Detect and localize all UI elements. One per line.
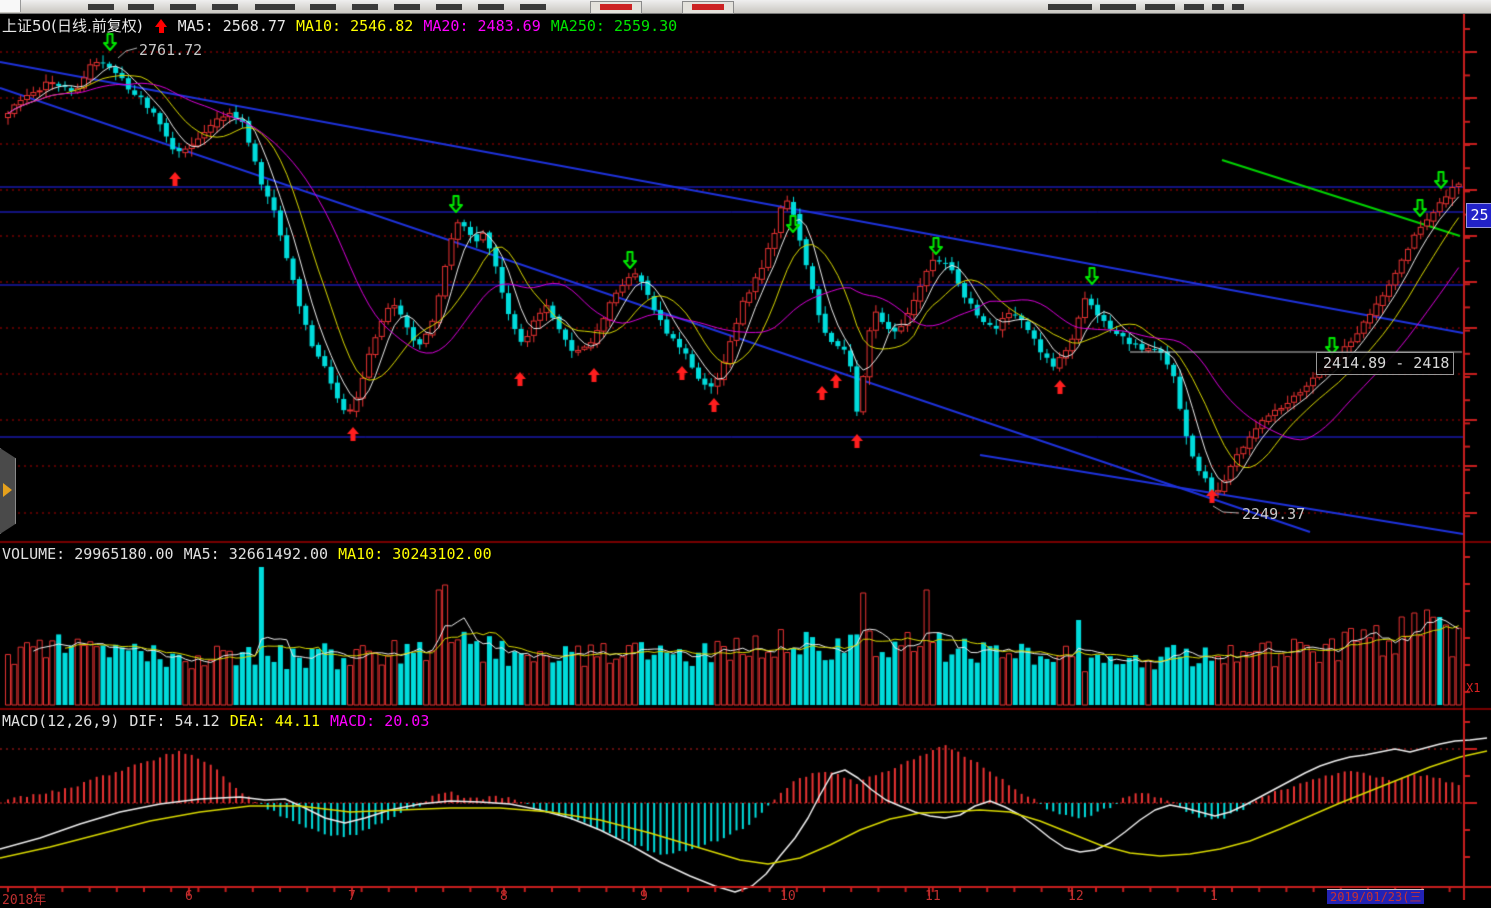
menu-item[interactable] [88, 4, 114, 10]
month-label: 1 [1210, 889, 1218, 904]
app-logo [0, 0, 21, 12]
panel-expand-handle[interactable] [0, 448, 16, 534]
menu-item[interactable] [352, 4, 378, 10]
menu-item[interactable] [1100, 4, 1136, 10]
symbol-title: 上证50(日线.前复权) [2, 17, 143, 35]
menu-item[interactable] [478, 4, 504, 10]
menu-item[interactable] [1184, 4, 1204, 10]
month-label: 10 [780, 889, 796, 904]
low-price-annotation: 2249.37 [1242, 505, 1305, 523]
trading-app-window: 上证50(日线.前复权) MA5: 2568.77 MA10: 2546.82 MA2… [0, 0, 1491, 900]
expand-arrow-icon [3, 483, 12, 497]
menubar[interactable] [0, 0, 1491, 14]
up-arrow-icon [155, 19, 168, 33]
menu-item[interactable] [394, 4, 420, 10]
month-label: 12 [1068, 889, 1084, 904]
month-label: 9 [640, 889, 648, 904]
menu-item[interactable] [310, 4, 336, 10]
dea-label: DEA: 44.11 [230, 712, 320, 730]
menu-item[interactable] [1145, 4, 1175, 10]
menu-item[interactable] [212, 4, 238, 10]
macd-header: MACD(12,26,9) DIF: 54.12 DEA: 44.11 MACD: 2… [2, 712, 439, 730]
volume-label: VOLUME: 29965180.00 [2, 545, 174, 563]
month-label: 6 [185, 889, 193, 904]
vol-ma5-label: MA5: 32661492.00 [184, 545, 329, 563]
menu-item[interactable] [1212, 4, 1224, 10]
chart-canvas[interactable] [0, 0, 1491, 900]
volume-header: VOLUME: 29965180.00 MA5: 32661492.00 MA10:… [2, 545, 502, 563]
price-axis-badge: 25 [1466, 203, 1491, 228]
menu-item[interactable] [1048, 4, 1092, 10]
menu-item[interactable] [1232, 4, 1244, 10]
vol-ma10-label: MA10: 30243102.00 [338, 545, 492, 563]
main-chart-header: 上证50(日线.前复权) MA5: 2568.77 MA10: 2546.82 MA2… [2, 15, 687, 36]
ma20-label: MA20: 2483.69 [423, 17, 540, 35]
menu-item[interactable] [520, 4, 546, 10]
menu-item-red[interactable] [692, 4, 724, 10]
dif-label: DIF: 54.12 [129, 712, 219, 730]
ma250-label: MA250: 2559.30 [551, 17, 677, 35]
menu-item[interactable] [128, 4, 154, 10]
price-range-box: 2414.89 - 2418 [1316, 352, 1454, 375]
volume-scale-label[interactable]: X1 [1466, 681, 1480, 695]
ma10-label: MA10: 2546.82 [296, 17, 413, 35]
menu-item[interactable] [170, 4, 196, 10]
month-label: 11 [925, 889, 941, 904]
month-label: 7 [348, 889, 356, 904]
month-label: 8 [500, 889, 508, 904]
date-badge[interactable]: 2019/01/23(三 [1327, 889, 1424, 904]
menu-item-red[interactable] [600, 4, 632, 10]
year-label: 2018年 [2, 889, 46, 908]
ma5-label: MA5: 2568.77 [178, 17, 286, 35]
macd-params-label: MACD(12,26,9) [2, 712, 119, 730]
macd-label: MACD: 20.03 [330, 712, 429, 730]
menu-item[interactable] [436, 4, 462, 10]
menu-item[interactable] [255, 4, 295, 10]
high-price-annotation: 2761.72 [139, 41, 202, 59]
